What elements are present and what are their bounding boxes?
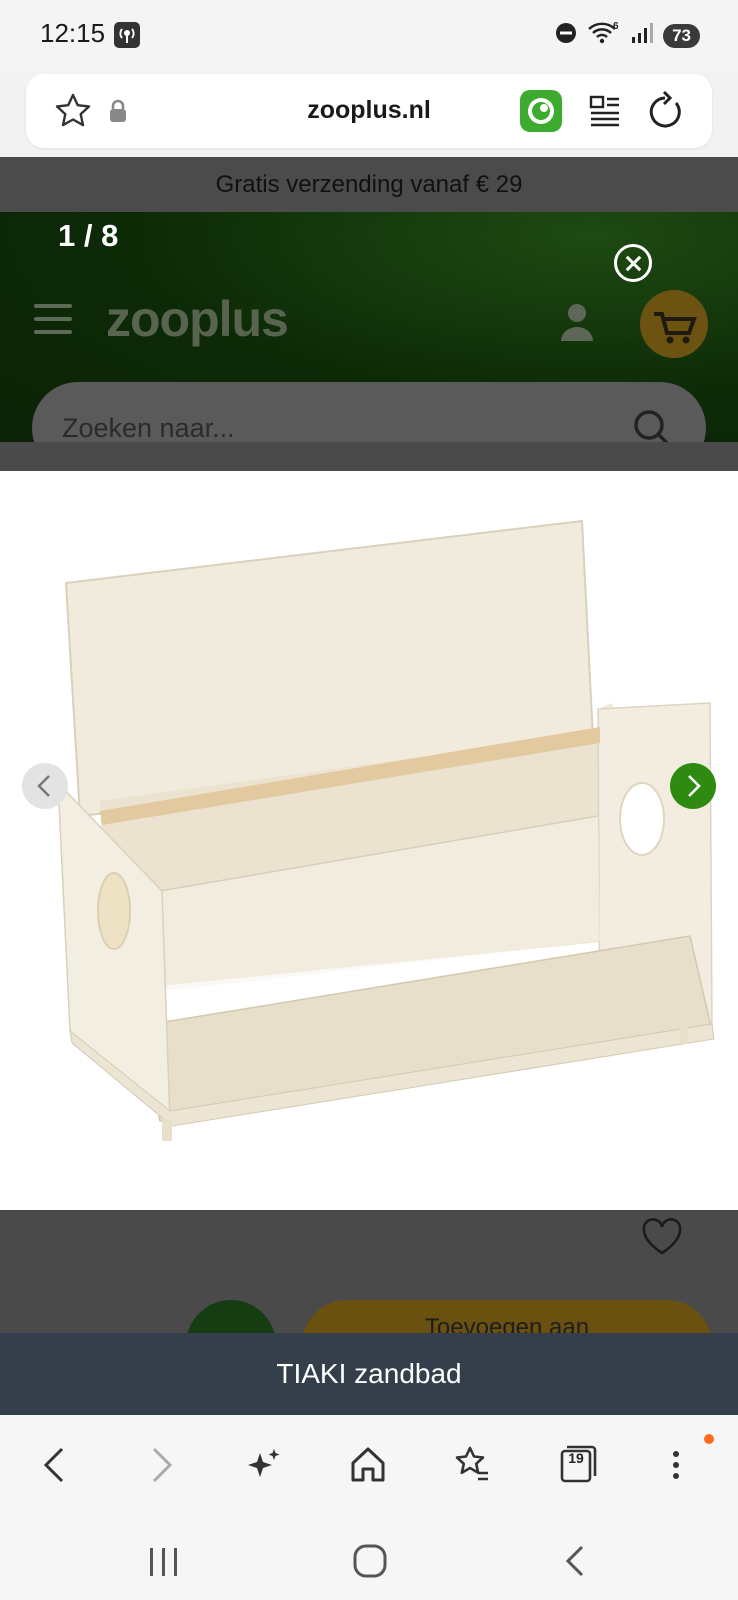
status-time: 12:15 (40, 18, 106, 48)
product-image[interactable] (0, 471, 738, 1210)
gallery-caption: TIAKI zandbad (0, 1333, 738, 1415)
site-logo: zooplus (106, 291, 289, 347)
bookmarks-star-icon[interactable] (452, 1443, 492, 1492)
back-arrow-icon[interactable] (36, 1443, 76, 1492)
home-nav-icon[interactable] (352, 1543, 388, 1584)
reload-icon[interactable] (646, 90, 684, 136)
recent-apps-icon[interactable] (146, 1545, 182, 1584)
podcast-notification-icon (114, 22, 140, 48)
battery-indicator: 73 (663, 23, 700, 48)
extension-icon[interactable] (520, 90, 562, 132)
gallery-next-button[interactable] (670, 763, 716, 809)
more-menu-icon[interactable] (668, 1443, 688, 1492)
user-icon (560, 302, 594, 347)
wifi-band-label: 6 (613, 21, 619, 32)
cart-icon (654, 312, 697, 344)
gallery-counter: 1 / 8 (58, 218, 119, 253)
chevron-right-icon (688, 775, 701, 797)
system-nav-bar (0, 1525, 738, 1600)
sparkle-ai-icon[interactable] (244, 1443, 284, 1492)
tabs-icon[interactable]: 19 (558, 1443, 598, 1492)
forward-arrow-icon[interactable] (140, 1443, 180, 1492)
chevron-left-icon (37, 775, 50, 797)
hamburger-menu-icon (34, 304, 72, 343)
url-bar[interactable]: zooplus.nl (26, 74, 712, 148)
home-icon[interactable] (348, 1443, 388, 1492)
reader-mode-icon[interactable] (588, 94, 622, 133)
tab-count: 19 (568, 1450, 584, 1466)
do-not-disturb-icon (555, 22, 577, 49)
wifi-icon: 6 (587, 20, 621, 51)
cart-button (640, 290, 708, 358)
browser-toolbar: 19 (0, 1415, 738, 1525)
menu-notification-dot (704, 1434, 714, 1444)
gallery-prev-button[interactable] (22, 763, 68, 809)
cell-signal-icon (631, 22, 654, 49)
back-nav-icon[interactable] (560, 1543, 590, 1584)
sandbath-box-illustration (57, 519, 715, 1141)
search-placeholder: Zoeken naar... (62, 413, 235, 443)
promo-banner: Gratis verzending vanaf € 29 (0, 157, 738, 212)
wishlist-heart-icon (640, 1217, 684, 1262)
status-bar: 12:15 6 73 (0, 0, 738, 70)
gallery-close-button[interactable] (614, 244, 652, 282)
